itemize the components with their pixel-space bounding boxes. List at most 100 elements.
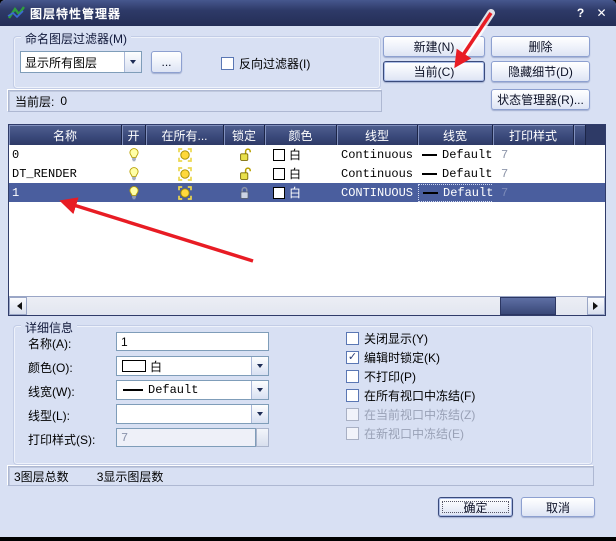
checkbox-icon — [346, 408, 359, 421]
table-row[interactable]: DT_RENDER白ContinuousDefault7 — [9, 164, 605, 183]
scroll-left-button[interactable] — [9, 297, 27, 315]
checkbox-label: 在新视口中冻结(E) — [364, 425, 464, 442]
detail-checkbox-2[interactable]: ✓编辑时锁定(K) — [346, 350, 440, 365]
layer-name-cell: 0 — [9, 145, 122, 164]
bulb-on-icon[interactable] — [128, 167, 140, 181]
lock-icon[interactable] — [238, 186, 252, 200]
delete-layer-button[interactable]: 删除 — [491, 36, 590, 57]
linetype-cell: CONTINUOUS — [337, 183, 418, 202]
ok-button[interactable]: 确定 — [438, 497, 513, 517]
close-button[interactable]: ✕ — [593, 4, 610, 21]
plot-style-value: 7 — [501, 167, 508, 181]
hide-details-button[interactable]: 隐藏细节(D) — [491, 61, 590, 82]
column-header-7[interactable]: 线宽 — [418, 125, 493, 145]
titlebar[interactable]: 图层特性管理器 — [0, 0, 616, 26]
lineweight-combobox[interactable]: Default — [116, 380, 269, 400]
column-header-2[interactable]: 开 — [122, 125, 146, 145]
detail-checkbox-4[interactable]: 在所有视口中冻结(F) — [346, 388, 475, 403]
bulb-on-icon[interactable] — [128, 148, 140, 162]
chevron-down-icon[interactable] — [124, 52, 141, 72]
lock-cell — [224, 164, 265, 183]
invert-filter-checkbox[interactable]: 反向过滤器(I) — [221, 56, 310, 71]
column-header-3[interactable]: 在所有... — [146, 125, 224, 145]
plot-style-value: 7 — [501, 148, 508, 162]
scrollbar-track[interactable] — [27, 297, 587, 315]
layer-table: 名称开在所有...锁定颜色线型线宽打印样式 0 白 Continuous Defaul… — [8, 124, 606, 316]
chevron-down-icon[interactable] — [251, 357, 268, 375]
checkbox-label: 在当前视口中冻结(Z) — [364, 406, 475, 423]
lineweight-value[interactable]: Default — [418, 184, 493, 202]
layer-table-header: 名称开在所有...锁定颜色线型线宽打印样式 — [9, 125, 605, 145]
plot-style-value: 7 — [121, 431, 128, 445]
lock-cell — [224, 183, 265, 202]
chevron-down-icon[interactable] — [251, 381, 268, 399]
color-cell: 白 — [265, 183, 337, 202]
lineweight-cell: Default — [418, 145, 493, 164]
checkbox-icon[interactable] — [346, 370, 359, 383]
detail-checkbox-6: 在新视口中冻结(E) — [346, 426, 464, 441]
color-swatch[interactable] — [273, 168, 285, 180]
horizontal-scrollbar[interactable] — [9, 296, 605, 315]
column-header-4[interactable]: 锁定 — [224, 125, 265, 145]
sun-thawed-icon[interactable] — [178, 186, 192, 200]
color-swatch[interactable] — [273, 187, 285, 199]
table-row[interactable]: 1白CONTINUOUSDefault7 — [9, 183, 605, 202]
lineweight-value[interactable]: Default — [418, 166, 493, 182]
scroll-right-button[interactable] — [587, 297, 605, 315]
plot-style-value: 7 — [501, 186, 508, 200]
name-field-label: 名称(A): — [28, 335, 71, 352]
help-button[interactable]: ? — [572, 4, 589, 21]
checkbox-icon[interactable] — [346, 389, 359, 402]
column-header-6[interactable]: 线型 — [337, 125, 418, 145]
scrollbar-thumb[interactable] — [500, 297, 556, 315]
checkbox-icon[interactable] — [221, 57, 234, 70]
linetype-cell: Continuous — [337, 145, 418, 164]
column-header-extra[interactable] — [574, 125, 586, 145]
linetype-value[interactable]: Continuous — [341, 167, 413, 181]
linetype-combobox[interactable] — [116, 404, 269, 424]
status-bar: 3图层总数 3显示图层数 — [8, 466, 594, 486]
name-input[interactable]: 1 — [116, 332, 269, 351]
new-layer-button[interactable]: 新建(N) — [383, 36, 485, 57]
layer-name: DT_RENDER — [12, 167, 77, 181]
layer-filter-combobox[interactable]: 显示所有图层 — [20, 51, 142, 73]
unlock-icon[interactable] — [238, 167, 252, 181]
sun-thawed-icon[interactable] — [178, 148, 192, 162]
lineweight-value[interactable]: Default — [418, 147, 493, 163]
column-header-8[interactable]: 打印样式 — [493, 125, 574, 145]
lineweight-cell: Default — [418, 164, 493, 183]
state-manager-button[interactable]: 状态管理器(R)... — [491, 89, 590, 110]
on-cell — [122, 145, 146, 164]
on-cell — [122, 164, 146, 183]
lineweight-value: Default — [148, 383, 198, 397]
cancel-button[interactable]: 取消 — [521, 497, 595, 517]
ok-button-label: 确定 — [463, 499, 487, 516]
checkbox-checked-icon[interactable]: ✓ — [346, 351, 359, 364]
column-header-5[interactable]: 颜色 — [265, 125, 337, 145]
current-layer-label: 当前层: — [15, 93, 54, 110]
table-row[interactable]: 0 白 Continuous Default 7 — [9, 145, 605, 164]
bulb-on-icon[interactable] — [128, 186, 140, 200]
layer-table-body: 0 白 Continuous Default 7 DT_RENDER 白 Continuous… — [9, 145, 605, 296]
layer-name-cell: DT_RENDER — [9, 164, 122, 183]
detail-checkbox-5: 在当前视口中冻结(Z) — [346, 407, 475, 422]
layer-filter-value: 显示所有图层 — [25, 54, 97, 71]
linetype-value[interactable]: CONTINUOUS — [341, 186, 413, 200]
unlock-icon[interactable] — [238, 148, 252, 162]
sun-thawed-icon[interactable] — [178, 167, 192, 181]
checkbox-label: 不打印(P) — [364, 368, 416, 385]
lineweight-field-label: 线宽(W): — [28, 383, 75, 400]
detail-checkbox-3[interactable]: 不打印(P) — [346, 369, 416, 384]
lock-cell — [224, 145, 265, 164]
linetype-value[interactable]: Continuous — [341, 148, 413, 162]
color-combobox[interactable]: 白 — [116, 356, 269, 376]
browse-filters-button[interactable]: ... — [151, 51, 182, 73]
color-cell: 白 — [265, 145, 337, 164]
plot-style-cell: 7 — [493, 145, 574, 164]
set-current-button[interactable]: 当前(C) — [383, 61, 485, 82]
column-header-1[interactable]: 名称 — [9, 125, 122, 145]
color-swatch[interactable] — [273, 149, 285, 161]
detail-checkbox-1[interactable]: 关闭显示(Y) — [346, 331, 428, 346]
chevron-down-icon[interactable] — [251, 405, 268, 423]
checkbox-icon[interactable] — [346, 332, 359, 345]
